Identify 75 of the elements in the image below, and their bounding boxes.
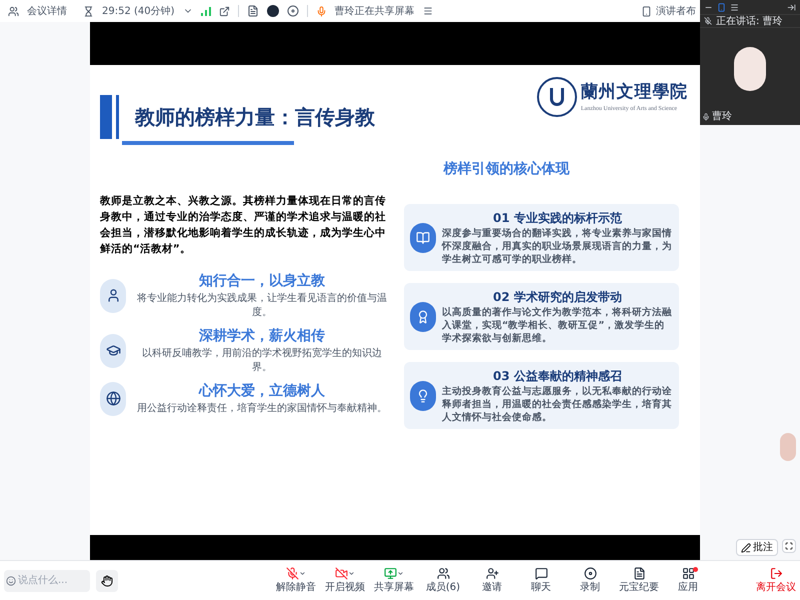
symbol-icon: [416, 310, 430, 324]
mic-icon: [702, 112, 710, 120]
toolbar-button[interactable]: 成员(6): [419, 566, 467, 594]
apps-icon: [682, 566, 694, 580]
speaking-label: 正在讲话: 曹玲: [716, 14, 783, 28]
card-text: 深度参与重要场合的翻译实践，将专业素养与家国情怀深度融合，用真实的职业场景展现语言的力量，为学生树立可感可学的职业榜样。: [442, 227, 673, 266]
mic-icon: [316, 6, 327, 16]
toolbar-button[interactable]: 录制: [566, 566, 614, 594]
collapse-icon[interactable]: [787, 2, 796, 12]
chat-icon: [534, 566, 548, 580]
meeting-icon: [8, 6, 19, 16]
toolbar-button[interactable]: 元宝纪要: [615, 566, 663, 594]
leave-meeting-button[interactable]: 离开会议: [756, 566, 796, 594]
chat-input-field[interactable]: 说点什么...: [16, 570, 90, 592]
muted-mic-icon: [286, 566, 299, 580]
avatar: [734, 46, 766, 90]
university-name: 蘭州文理學院: [580, 80, 688, 104]
toolbar-button[interactable]: 开启视频: [321, 566, 369, 594]
list-icon[interactable]: [730, 2, 739, 12]
caret-icon[interactable]: [397, 570, 404, 576]
toolbar-button[interactable]: 解除静音: [272, 566, 320, 594]
share-screen-icon: [384, 566, 397, 580]
card-text: 以高质量的著作与论文作为教学范本，将科研方法融入课堂，实现“教学相长、教研互促”，激发学生的学术探索欲与创新思维。: [442, 306, 673, 345]
card-heading: 01 专业实践的标杆示范: [492, 210, 623, 227]
slide-title: 教师的榜样力量：言传身教: [135, 104, 375, 131]
symbol-icon: [106, 343, 120, 358]
record-icon: [584, 566, 596, 580]
meeting-info-link[interactable]: 会议详情: [27, 4, 67, 18]
layout-icon: [641, 6, 652, 16]
section-heading: 榜样引领的核心体现: [442, 160, 570, 179]
card-text: 主动投身教育公益与志愿服务，以无私奉献的行动诠释师者担当，用温暖的社会责任感感染学生，培育其人文情怀与社会使命感。: [442, 385, 673, 424]
intro-paragraph: 教师是立教之本、兴教之源。其榜样力量体现在日常的言传身教中，通过专业的治学态度、严谨的学术追求与温暖的社会担当，潜移默化地影响着学生的成长轨迹，成为学生心中鲜活的“活教材”。: [100, 194, 387, 257]
signal-icon: [200, 6, 211, 16]
sharing-notice: 曹玲正在共享屏幕: [334, 4, 415, 18]
members-icon: [436, 566, 450, 580]
card-heading: 03 公益奉献的精神感召: [492, 368, 623, 385]
point-heading: 深耕学术，薪火相传: [199, 327, 325, 346]
point-text: 用公益行动诠释责任，培育学生的家国情怀与奉献精神。: [137, 402, 387, 416]
view-button[interactable]: 演讲者布: [641, 4, 696, 18]
title-accent-bar: [100, 95, 119, 139]
raise-hand-icon[interactable]: [96, 570, 118, 592]
pen-icon: [741, 542, 751, 552]
document-icon[interactable]: [246, 5, 259, 17]
card-heading: 02 学术研究的启发带动: [492, 289, 623, 306]
menu-icon[interactable]: [422, 6, 433, 16]
record-icon[interactable]: [286, 5, 299, 17]
point-heading: 心怀大爱，立德树人: [199, 382, 325, 401]
caret-icon[interactable]: [348, 570, 355, 576]
point-text: 将专业能力转化为实践成果，让学生看见语言的价值与温度。: [136, 292, 388, 320]
popout-icon[interactable]: [218, 6, 230, 16]
toolbar-button[interactable]: 聊天: [517, 566, 565, 594]
symbol-icon: [106, 288, 120, 303]
meeting-timer: 29:52 (40分钟): [102, 4, 175, 18]
toolbar-button[interactable]: 邀请: [468, 566, 516, 594]
symbol-icon: [106, 391, 120, 406]
hourglass-icon: [83, 6, 94, 16]
invite-icon: [486, 566, 498, 580]
exit-icon: [770, 566, 782, 580]
video-off-icon: [335, 566, 348, 580]
notes-icon: [632, 566, 646, 580]
toolbar-button[interactable]: 应用: [664, 566, 712, 594]
annotate-button[interactable]: 批注: [736, 539, 778, 556]
point-text: 以科研反哺教学，用前沿的学术视野拓宽学生的知识边界。: [141, 347, 383, 375]
toolbar-button[interactable]: 共享屏幕: [370, 566, 418, 594]
university-emblem-icon: [536, 77, 577, 117]
symbol-icon: [416, 230, 430, 244]
participant-name: 曹玲: [712, 110, 732, 124]
caret-icon[interactable]: [299, 570, 306, 576]
point-heading: 知行合一，以身立教: [199, 272, 325, 291]
symbol-icon: [416, 388, 430, 402]
participant-avatar: [780, 433, 796, 461]
fullscreen-icon[interactable]: [782, 539, 796, 553]
emoji-icon[interactable]: [4, 570, 16, 592]
mic-off-icon: [704, 17, 712, 25]
phone-icon[interactable]: [717, 2, 726, 12]
